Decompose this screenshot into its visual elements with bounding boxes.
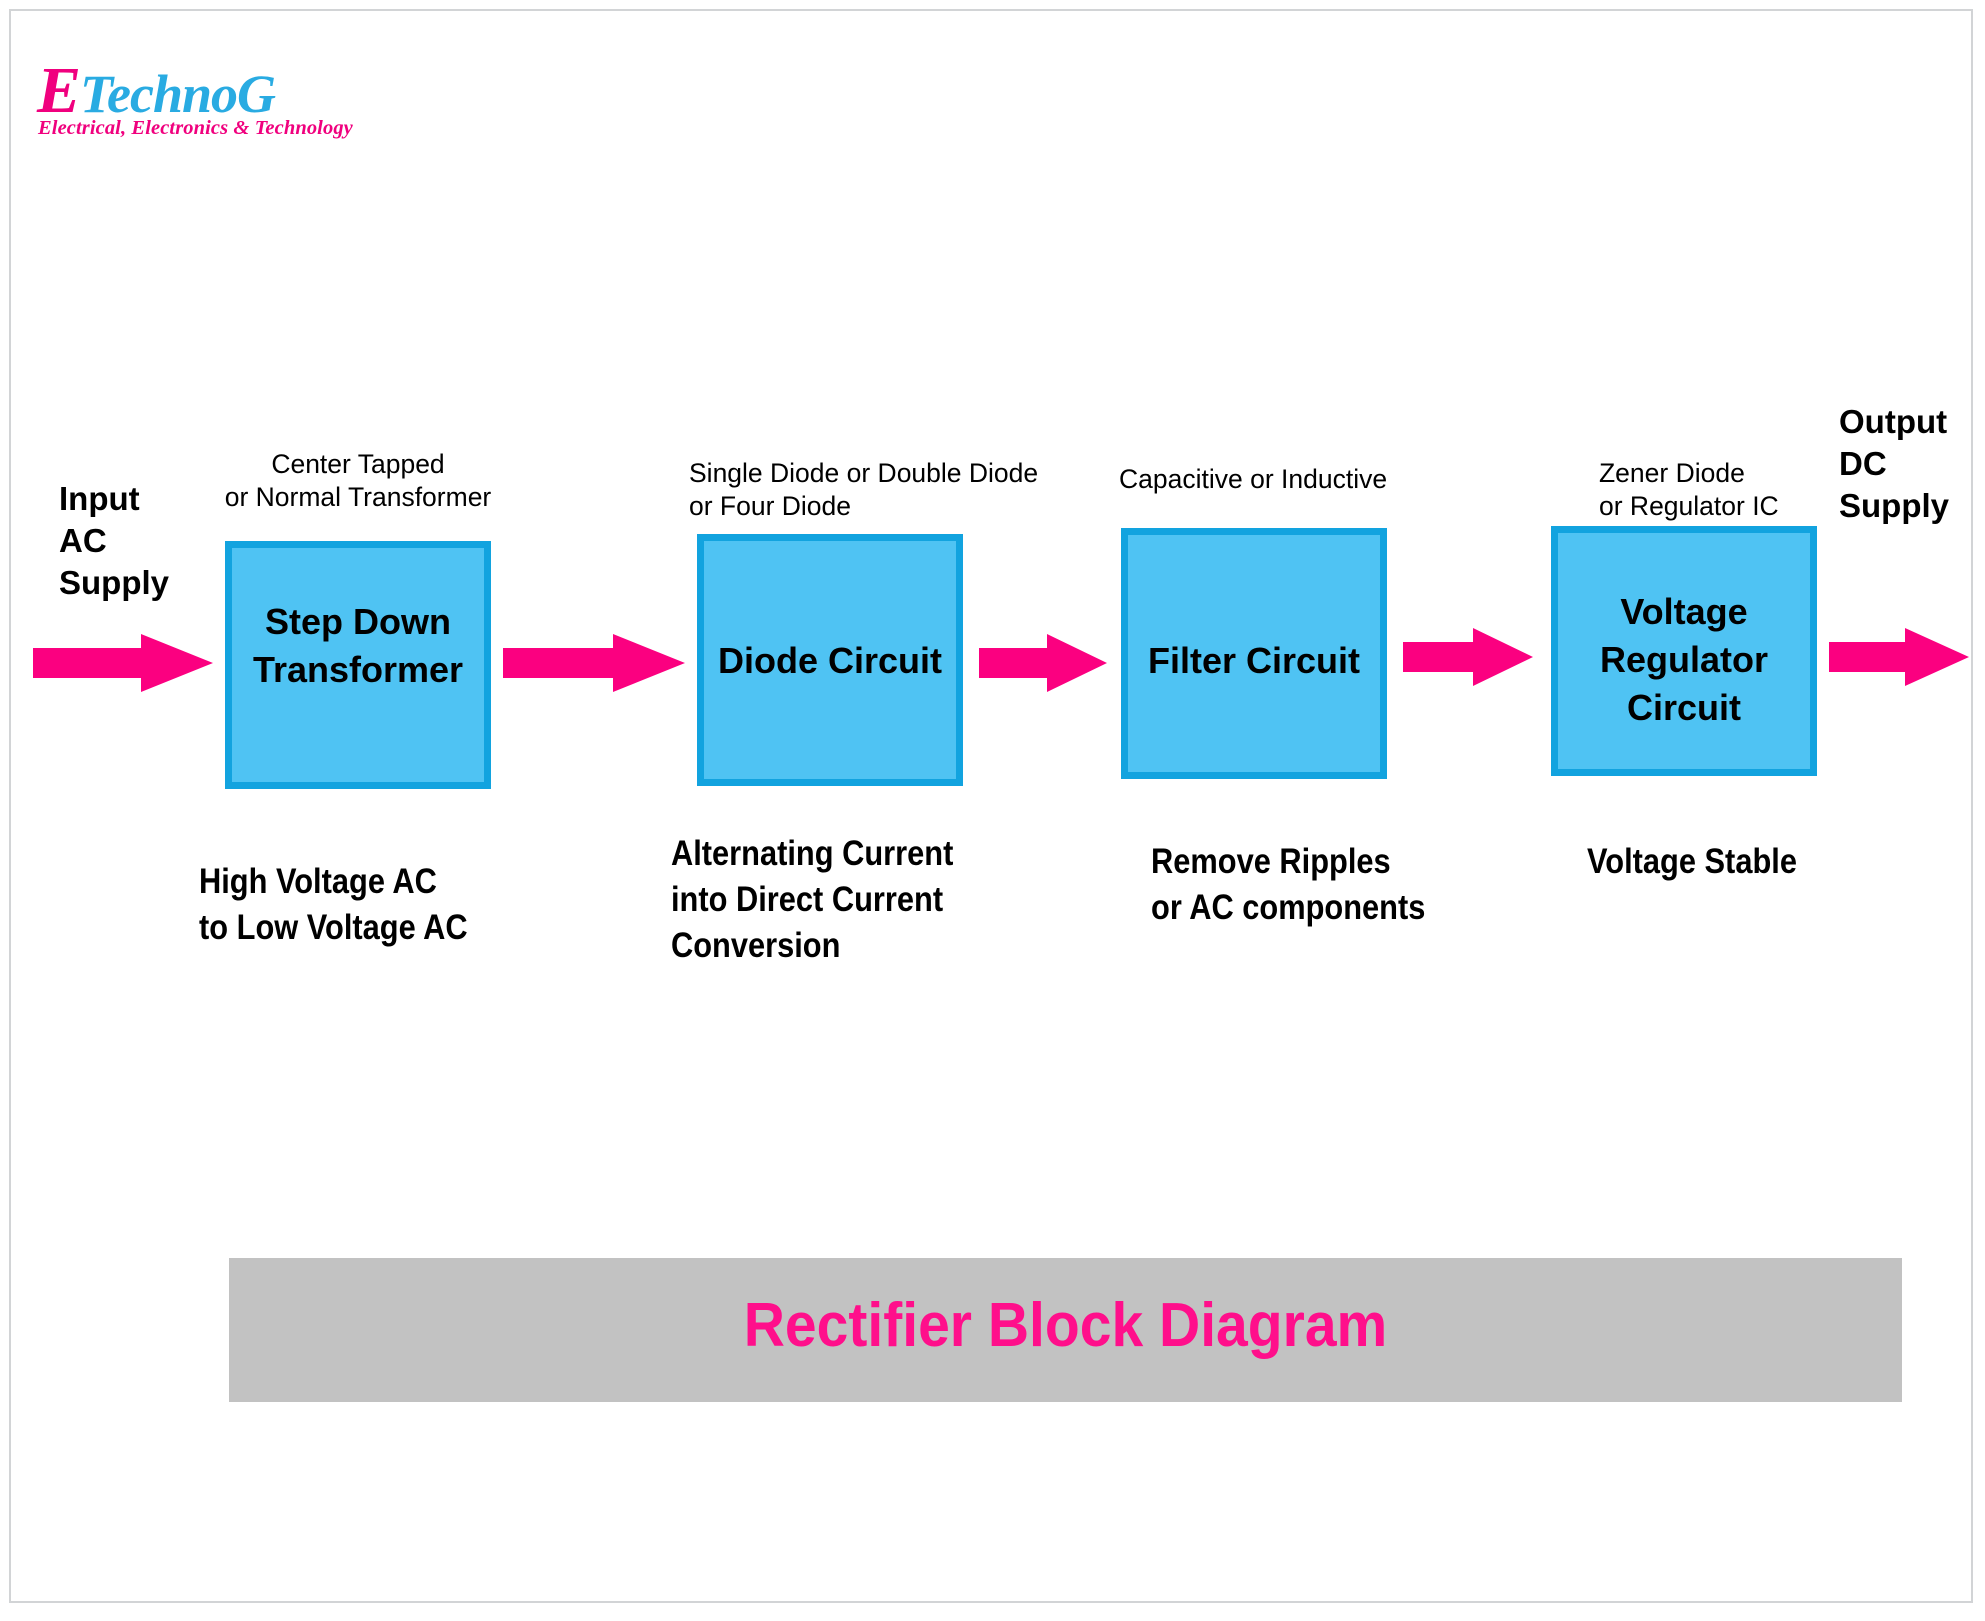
diagram-page: ETechnoG Electrical, Electronics & Techn… — [0, 0, 1985, 1621]
stage-4-top-label: Zener Diode or Regulator IC — [1599, 458, 1779, 521]
arrow-transformer-to-diode — [503, 634, 685, 692]
stage-1-caption: High Voltage AC to Low Voltage AC — [199, 862, 468, 947]
stage-1-top-label: Center Tapped or Normal Transformer — [224, 449, 492, 512]
logo-word-technog: TechnoG — [80, 64, 276, 124]
arrow-diode-to-filter — [979, 634, 1107, 692]
arrow-input-to-transformer — [33, 634, 213, 692]
block-step-down-transformer[interactable]: Step Down Transformer — [225, 541, 491, 789]
arrow-regulator-to-output — [1829, 628, 1969, 686]
block-filter-circuit-label: Filter Circuit — [1147, 640, 1361, 681]
page-frame: ETechnoG Electrical, Electronics & Techn… — [9, 9, 1973, 1603]
block-diode-circuit-label: Diode Circuit — [717, 640, 942, 681]
etechnog-logo: ETechnoG Electrical, Electronics & Techn… — [37, 58, 353, 156]
logo-wordmark: ETechnoG — [37, 58, 276, 125]
logo-tagline: Electrical, Electronics & Technology — [38, 117, 353, 139]
title-band: Rectifier Block Diagram — [229, 1258, 1902, 1402]
block-voltage-regulator-circuit-label: Voltage Regulator Circuit — [1599, 591, 1768, 728]
arrow-filter-to-regulator — [1403, 628, 1533, 686]
stage-2-caption: Alternating Current into Direct Current … — [671, 834, 954, 965]
block-filter-circuit[interactable]: Filter Circuit — [1121, 528, 1387, 779]
block-diode-circuit[interactable]: Diode Circuit — [697, 534, 963, 786]
block-voltage-regulator-circuit[interactable]: Voltage Regulator Circuit — [1551, 526, 1817, 776]
block-step-down-transformer-label: Step Down Transformer — [252, 601, 464, 690]
stage-2-top-label: Single Diode or Double Diode or Four Dio… — [689, 458, 1039, 521]
stage-4-caption: Voltage Stable — [1587, 842, 1797, 881]
stage-3-top-label: Capacitive or Inductive — [1119, 464, 1388, 494]
stage-3-caption: Remove Ripples or AC components — [1151, 842, 1426, 927]
diagram-title: Rectifier Block Diagram — [743, 1291, 1388, 1360]
